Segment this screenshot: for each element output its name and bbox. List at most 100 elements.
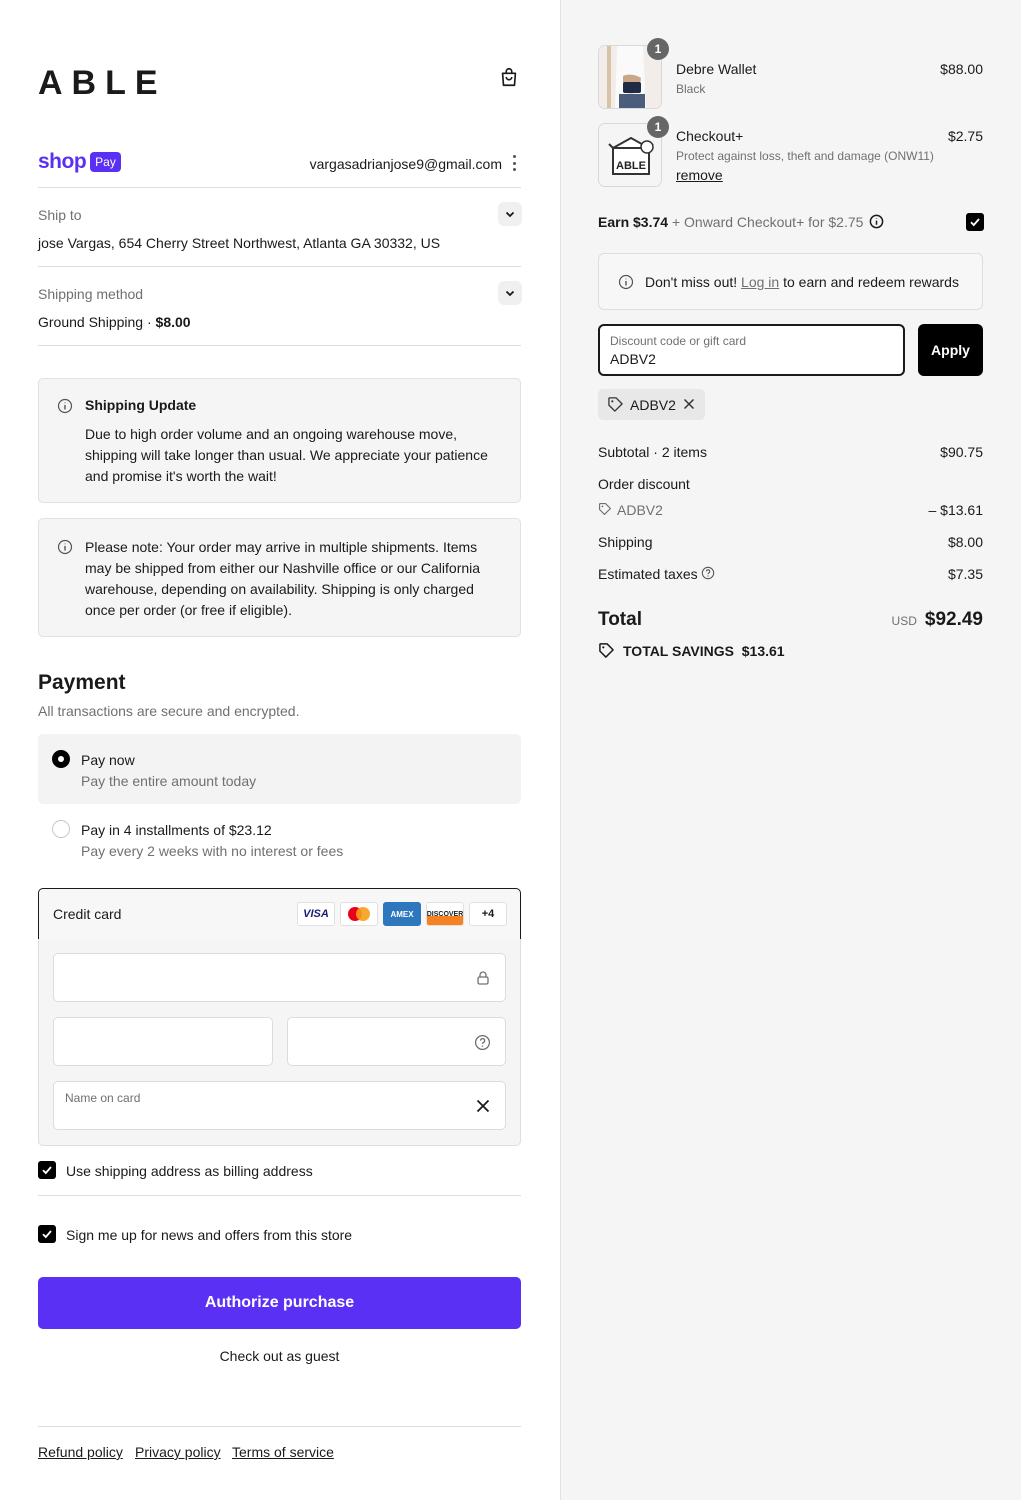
credit-card-form: Name on card [38, 939, 521, 1146]
pay-now-desc: Pay the entire amount today [81, 773, 257, 789]
total-label: Total [598, 609, 642, 630]
newsletter-label[interactable]: Sign me up for news and offers from this… [66, 1227, 352, 1243]
savings-label: TOTAL SAVINGS [623, 643, 734, 659]
refund-policy-link[interactable]: Refund policy [38, 1444, 123, 1460]
currency-code: USD [891, 614, 917, 628]
discount-field-label: Discount code or gift card [610, 334, 747, 348]
credit-card-header[interactable]: Credit card VISA AMEX DISCOVER +4 [38, 888, 521, 940]
help-circle-icon[interactable] [474, 1034, 491, 1051]
log-in-link[interactable]: Log in [741, 274, 779, 290]
order-discount-label: Order discount [598, 476, 690, 492]
total-amount: USD $92.49 [892, 609, 983, 631]
tag-icon [608, 397, 623, 412]
savings-tag-icon [599, 643, 614, 658]
tag-icon [599, 503, 611, 515]
shipping-label: Shipping [598, 534, 653, 550]
ship-to-address: jose Vargas, 654 Cherry Street Northwest… [38, 235, 441, 251]
more-options-icon[interactable] [511, 155, 517, 171]
rewards-pre: Don't miss out! [645, 274, 738, 290]
savings-value: $13.61 [741, 643, 785, 659]
pay-now-option[interactable] [38, 734, 521, 804]
lock-icon [477, 971, 489, 985]
checkout-as-guest-link[interactable]: Check out as guest [38, 1348, 521, 1364]
info-icon [57, 539, 73, 555]
ship-to-chevron-down-icon[interactable] [498, 202, 522, 226]
checkout-plus-checkbox[interactable] [966, 213, 984, 231]
authorize-purchase-button[interactable]: Authorize purchase [38, 1277, 521, 1329]
quantity-badge: 1 [647, 116, 669, 138]
account-email: vargasadrianjose9@gmail.com [309, 156, 502, 172]
help-circle-icon[interactable] [701, 566, 715, 580]
rewards-post: to earn and redeem rewards [783, 274, 959, 290]
payment-heading: Payment [38, 671, 126, 694]
multiple-shipments-notice: Please note: Your order may arrive in mu… [38, 518, 521, 637]
item-price: $2.75 [947, 128, 983, 144]
subtotal-value: $90.75 [940, 444, 983, 460]
divider [38, 266, 521, 267]
newsletter-checkbox[interactable] [38, 1225, 56, 1243]
discount-field-value: ADBV2 [610, 351, 656, 367]
order-discount-value: – $13.61 [928, 502, 984, 518]
ship-to-label: Ship to [38, 207, 82, 223]
order-discount-code: ADBV2 [617, 502, 663, 518]
checkout-main: ABLE shop Pay vargasadrianjose9@gmail.co… [0, 0, 560, 1500]
earn-amount: Earn $3.74 [598, 214, 669, 230]
more-cards-badge: +4 [469, 902, 507, 926]
shipping-method-price: $8.00 [155, 314, 191, 330]
total-savings: TOTAL SAVINGS $13.61 [623, 643, 785, 659]
pay-now-radio[interactable] [52, 750, 70, 768]
shop-pay-badge: Pay [90, 152, 121, 172]
total-value: $92.49 [924, 609, 983, 630]
security-code-field[interactable] [287, 1017, 506, 1066]
name-on-card-label: Name on card [65, 1091, 141, 1105]
terms-of-service-link[interactable]: Terms of service [232, 1444, 334, 1460]
amex-icon: AMEX [383, 902, 421, 926]
apply-discount-button[interactable]: Apply [918, 324, 983, 376]
subtotal-label: Subtotal · 2 items [598, 444, 707, 460]
close-icon[interactable] [476, 1099, 490, 1113]
shop-pay-wordmark: shop [38, 150, 87, 173]
discover-icon: DISCOVER [426, 902, 464, 926]
shipping-method-label: Shipping method [38, 286, 144, 302]
earn-offer: + Onward Checkout+ for $2.75 [671, 214, 864, 230]
rewards-text: Don't miss out! Log in to earn and redee… [645, 274, 959, 290]
rewards-banner: Don't miss out! Log in to earn and redee… [598, 253, 983, 310]
credit-card-label: Credit card [53, 906, 122, 922]
installments-radio[interactable] [52, 820, 70, 838]
discount-code-input[interactable]: Discount code or gift card ADBV2 [598, 324, 905, 376]
shipping-method-chevron-down-icon[interactable] [498, 281, 522, 305]
store-logo[interactable]: ABLE [38, 64, 167, 103]
visa-icon: VISA [297, 902, 335, 926]
shipping-value: $8.00 [947, 534, 983, 550]
billing-address-checkbox[interactable] [38, 1161, 56, 1179]
notice-text: Please note: Your order may arrive in mu… [85, 539, 481, 618]
installments-desc: Pay every 2 weeks with no interest or fe… [81, 843, 344, 859]
card-number-field[interactable] [53, 953, 506, 1002]
item-variant: Black [676, 82, 706, 96]
notice-text: Due to high order volume and an ongoing … [85, 426, 488, 484]
pay-now-title: Pay now [81, 752, 135, 768]
name-on-card-field[interactable]: Name on card [53, 1081, 506, 1130]
shopping-bag-icon[interactable] [498, 66, 520, 88]
item-name: Checkout+ [676, 128, 744, 144]
installments-title[interactable]: Pay in 4 installments of $23.12 [81, 822, 272, 838]
applied-discount-chip: ADBV2 [598, 389, 705, 420]
svg-text:ABLE: ABLE [616, 160, 646, 172]
expiration-date-field[interactable] [53, 1017, 273, 1066]
remove-discount-icon[interactable] [683, 398, 695, 410]
remove-link[interactable]: remove [676, 167, 723, 183]
divider [38, 187, 521, 188]
shipping-method-name: Ground Shipping · [38, 314, 156, 330]
item-price: $88.00 [940, 61, 983, 77]
shipping-update-notice: Shipping Update Due to high order volume… [38, 378, 521, 503]
item-name: Debre Wallet [676, 61, 757, 77]
privacy-policy-link[interactable]: Privacy policy [135, 1444, 221, 1460]
notice-title: Shipping Update [85, 397, 197, 413]
mastercard-icon [340, 902, 378, 926]
shipping-method-value: Ground Shipping · $8.00 [38, 314, 191, 330]
discount-chip-label: ADBV2 [630, 397, 676, 413]
info-icon[interactable] [869, 214, 884, 229]
item-variant: Protect against loss, theft and damage (… [676, 149, 934, 163]
earn-rewards-line: Earn $3.74 + Onward Checkout+ for $2.75 [598, 214, 863, 230]
billing-address-label[interactable]: Use shipping address as billing address [66, 1163, 313, 1179]
